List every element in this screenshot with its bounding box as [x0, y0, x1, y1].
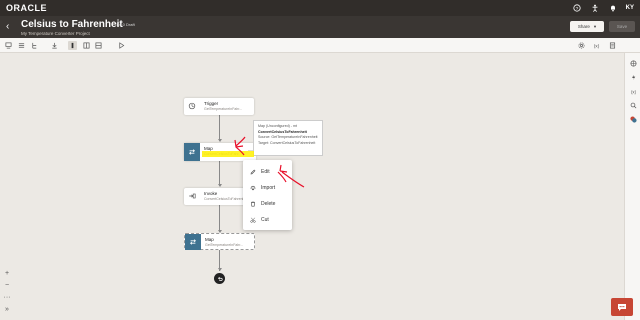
notifications-icon[interactable]: [608, 3, 618, 13]
menu-item-import[interactable]: Import: [243, 181, 292, 195]
end-node[interactable]: [214, 273, 225, 284]
return-icon: [217, 276, 223, 281]
share-button[interactable]: Share ▾: [570, 21, 604, 32]
accessibility-icon[interactable]: [590, 3, 600, 13]
map-tooltip: Map (Unconfigured) - mt ConvertCelsiusTo…: [253, 120, 323, 156]
trigger-rail-icon[interactable]: [629, 73, 637, 81]
canvas-view-icon[interactable]: [94, 41, 103, 50]
menu-item-delete[interactable]: Delete: [243, 197, 292, 211]
canvas-toolbar: (x): [0, 38, 640, 53]
menu-item-label: Cut: [261, 217, 269, 223]
share-button-label: Share: [577, 24, 590, 29]
project-subtitle: My Temperature Converter Project: [21, 31, 90, 36]
run-icon[interactable]: [117, 41, 126, 50]
menu-item-cut[interactable]: Cut: [243, 213, 292, 227]
page-title: Celsius to Fahrenheit: [21, 19, 123, 30]
map-subtitle: GetTemperatureInFahr...: [205, 243, 244, 247]
menu-item-label: Import: [261, 185, 276, 191]
chat-icon: [618, 303, 626, 311]
oracle-topbar: ORACLE ? KY: [0, 0, 640, 16]
user-avatar[interactable]: KY: [626, 5, 634, 11]
zoom-in-icon[interactable]: +: [2, 268, 12, 278]
tooltip-line: Source: GetTemperatureInFahrenheit: [258, 135, 318, 139]
save-button[interactable]: Save: [609, 21, 635, 32]
connector-arrow: [217, 268, 222, 271]
globe-icon[interactable]: [629, 59, 637, 67]
search-icon[interactable]: [629, 101, 637, 109]
vertical-layout-icon[interactable]: [68, 41, 77, 50]
svg-text:?: ?: [575, 6, 578, 12]
topbar-actions: ? KY: [572, 3, 634, 13]
connector-line: [219, 205, 220, 232]
trigger-title: Trigger: [204, 101, 219, 106]
expand-icon[interactable]: »: [2, 304, 12, 314]
settings-icon[interactable]: [577, 41, 586, 50]
trigger-icon: [184, 98, 200, 114]
trigger-node[interactable]: Trigger GetTemperatureInFahr...: [184, 98, 254, 115]
more-options-icon[interactable]: ···: [2, 292, 12, 302]
invoke-icon: [184, 188, 200, 204]
variables-rail-icon[interactable]: (x): [629, 87, 637, 95]
right-side-rail: (x): [624, 53, 640, 320]
connector-arrow: [217, 184, 222, 187]
download-icon[interactable]: [50, 41, 59, 50]
variables-icon[interactable]: (x): [592, 41, 601, 50]
invoke-subtitle: ConvertCelsiusToFahrenheit: [204, 197, 249, 201]
back-icon[interactable]: ‹: [6, 21, 9, 32]
menu-item-edit[interactable]: Edit: [243, 165, 292, 179]
highlight-mark: [202, 151, 254, 157]
trash-icon: [251, 201, 255, 207]
errors-icon[interactable]: [629, 115, 637, 123]
tooltip-line: Target: ConvertCelsiusToFahrenheit: [258, 140, 316, 145]
layout-icon[interactable]: [4, 41, 13, 50]
map-node[interactable]: Map GetTemperatureInFahr...: [184, 233, 255, 250]
reorder-icon[interactable]: [17, 41, 26, 50]
horizontal-layout-icon[interactable]: [82, 41, 91, 50]
pencil-icon: [250, 169, 256, 175]
map-icon: [185, 234, 201, 250]
save-button-label: Save: [616, 24, 628, 29]
svg-text:(x): (x): [630, 89, 636, 94]
connector-line: [219, 161, 220, 186]
context-menu: Edit Import Delete Cut: [243, 160, 292, 230]
menu-item-label: Edit: [261, 169, 270, 175]
integration-header: ‹ Celsius to Fahrenheit 1.0.0 Draft My T…: [0, 16, 640, 38]
version-badge: 1.0.0 Draft: [116, 22, 135, 27]
description-icon[interactable]: [608, 41, 617, 50]
oracle-logo: ORACLE: [6, 3, 47, 13]
chevron-down-icon: ▾: [593, 23, 597, 29]
scissors-icon: [250, 217, 256, 223]
connector-arrow: [217, 139, 222, 142]
trigger-subtitle: GetTemperatureInFahr...: [204, 107, 243, 111]
zoom-out-icon[interactable]: −: [2, 280, 12, 290]
map-title: Map: [205, 237, 214, 242]
map-icon: [184, 143, 200, 161]
svg-text:(x): (x): [594, 43, 600, 49]
chat-button[interactable]: [611, 298, 633, 316]
invoke-title: Invoke: [204, 191, 218, 196]
connector-line: [219, 115, 220, 141]
import-icon: [250, 185, 256, 191]
tree-icon[interactable]: [30, 41, 39, 50]
help-icon[interactable]: ?: [572, 3, 582, 13]
menu-item-label: Delete: [261, 201, 276, 207]
